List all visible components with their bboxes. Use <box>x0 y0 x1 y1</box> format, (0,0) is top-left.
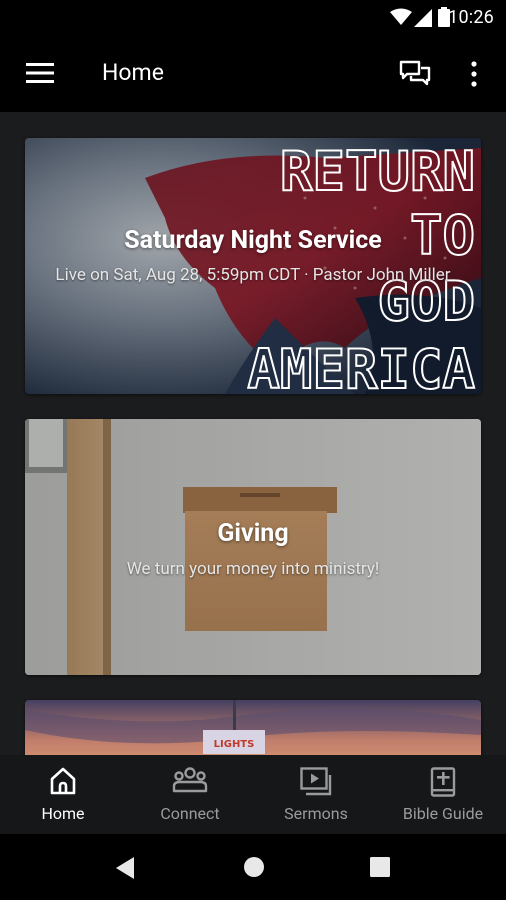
app-bar: Home <box>0 36 506 112</box>
status-time: 10:26 <box>448 7 494 28</box>
system-navigation-bar <box>0 834 506 900</box>
nav-label-sermons: Sermons <box>284 804 348 823</box>
nav-connect[interactable]: Connect <box>127 755 253 834</box>
nav-sermons[interactable]: Sermons <box>253 755 379 834</box>
giving-card[interactable]: Giving We turn your money into ministry! <box>25 419 481 675</box>
card-subtitle: We turn your money into ministry! <box>126 559 380 579</box>
nav-bible-guide[interactable]: Bible Guide <box>380 755 506 834</box>
status-bar: 10:26 <box>0 0 506 36</box>
sunset-card[interactable]: LIGHTS <box>25 700 481 755</box>
page-title: Home <box>102 59 164 86</box>
video-library-icon <box>300 767 332 796</box>
signal-icon <box>414 9 432 27</box>
card-title: Giving <box>217 519 289 548</box>
menu-icon[interactable] <box>26 62 54 84</box>
nav-label-home: Home <box>41 804 85 823</box>
wifi-icon <box>390 8 412 25</box>
artwork-line-1: RETURN <box>280 140 475 203</box>
sunset-sign-image: LIGHTS <box>25 700 481 755</box>
recents-icon[interactable] <box>369 856 391 878</box>
sign-text: LIGHTS <box>214 739 255 750</box>
chat-icon[interactable] <box>399 60 431 88</box>
people-icon <box>172 767 208 793</box>
card-subtitle: Live on Sat, Aug 28, 5:59pm CDT · Pastor… <box>55 265 451 285</box>
nav-label-connect: Connect <box>160 804 220 823</box>
content-feed[interactable]: RETURN TO GOD AMERICA Saturday Night Ser… <box>0 112 506 755</box>
home-icon <box>50 767 76 795</box>
card-title: Saturday Night Service <box>124 226 382 255</box>
service-card[interactable]: RETURN TO GOD AMERICA Saturday Night Ser… <box>25 138 481 394</box>
artwork-line-4: AMERICA <box>247 338 475 394</box>
book-plus-icon <box>430 767 456 797</box>
nav-home[interactable]: Home <box>0 755 126 834</box>
home-circle-icon[interactable] <box>243 856 265 878</box>
bottom-navigation: Home Connect Sermons Bible Guide <box>0 755 506 834</box>
back-icon[interactable] <box>114 856 136 880</box>
more-options-icon[interactable] <box>466 60 482 88</box>
nav-label-bible-guide: Bible Guide <box>402 804 484 823</box>
